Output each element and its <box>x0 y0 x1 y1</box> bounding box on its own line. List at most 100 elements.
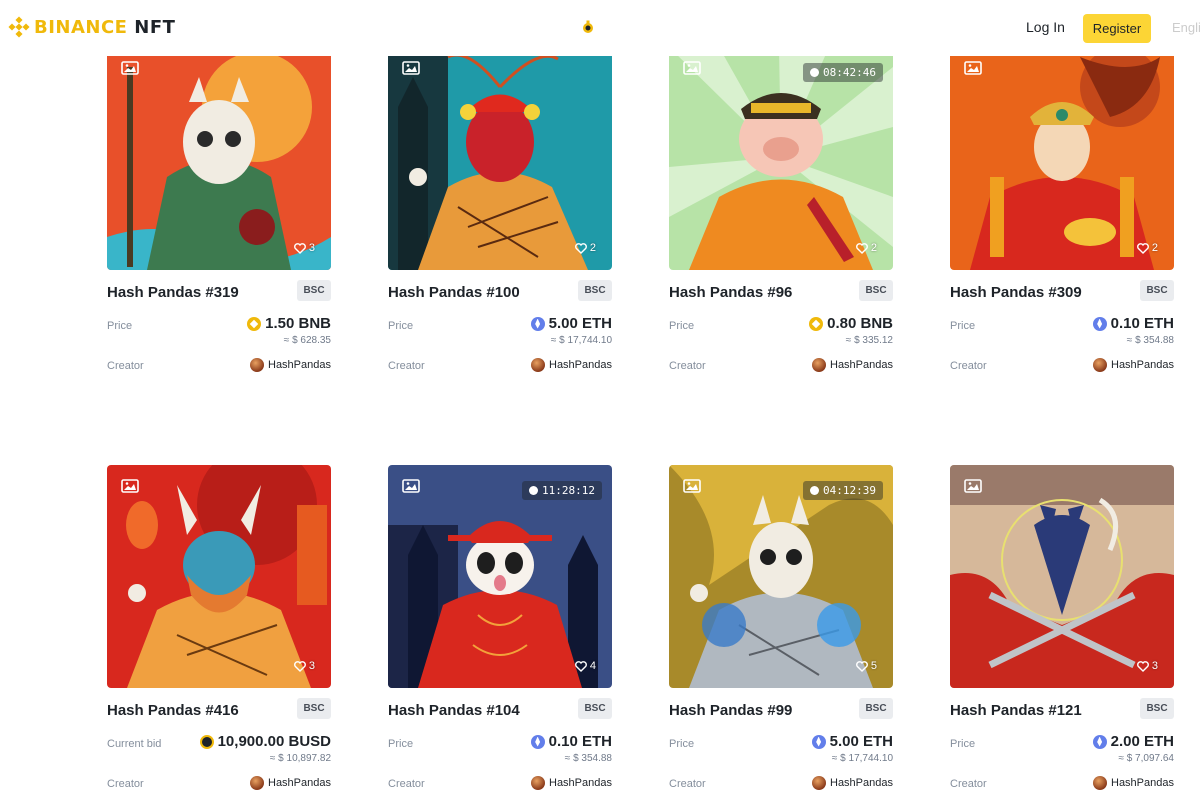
creator-avatar <box>1093 358 1107 372</box>
nft-card[interactable]: 3 Hash Pandas #416 BSC Current bid 10,900.0… <box>107 465 331 795</box>
image-type-icon <box>964 479 982 493</box>
price-value: 0.10 ETH <box>530 733 612 750</box>
nft-card[interactable]: 08:42:46 2 Hash Pandas #96 BSC Price 0.80 BN… <box>669 47 893 377</box>
creator-link[interactable]: HashPandas <box>531 358 612 372</box>
language-selector[interactable]: English <box>1172 20 1200 35</box>
creator-link[interactable]: HashPandas <box>250 776 331 790</box>
nft-title[interactable]: Hash Pandas #99 <box>669 702 792 719</box>
like-button[interactable]: 3 <box>1136 660 1158 672</box>
creator-link[interactable]: HashPandas <box>812 776 893 790</box>
bnb-coin-icon <box>247 316 262 331</box>
like-count: 5 <box>870 660 877 672</box>
nft-artwork[interactable]: 08:42:46 2 <box>669 47 893 270</box>
creator-label: Creator <box>107 360 144 372</box>
nft-card[interactable]: 3 Hash Pandas #121 BSC Price 2.00 ETH ≈ $ 7,… <box>950 465 1174 795</box>
image-type-icon <box>683 479 701 493</box>
like-button[interactable]: 5 <box>855 660 877 672</box>
like-count: 2 <box>589 242 596 254</box>
chain-badge: BSC <box>578 280 612 301</box>
eth-coin-icon <box>1092 316 1107 331</box>
creator-avatar <box>531 358 545 372</box>
nft-card[interactable]: 2 Hash Pandas #309 BSC Price 0.10 ETH ≈ $ 35… <box>950 47 1174 377</box>
creator-name: HashPandas <box>830 777 893 789</box>
heart-icon <box>855 660 868 672</box>
nft-card[interactable]: 3 Hash Pandas #319 BSC Price 1.50 BNB ≈ $ 62… <box>107 47 331 377</box>
like-button[interactable]: 3 <box>293 660 315 672</box>
chain-badge: BSC <box>859 698 893 719</box>
creator-label: Creator <box>669 360 706 372</box>
nft-artwork[interactable]: 11:28:12 4 <box>388 465 612 688</box>
nft-artwork[interactable]: 2 <box>950 47 1174 270</box>
nft-card[interactable]: 04:12:39 5 Hash Pandas #99 BSC Price 5.00 ET… <box>669 465 893 795</box>
price-label: Price <box>669 738 695 750</box>
nft-card[interactable]: 2 Hash Pandas #100 BSC Price 5.00 ETH ≈ $ 17… <box>388 47 612 377</box>
nft-title[interactable]: Hash Pandas #96 <box>669 284 792 301</box>
chain-badge: BSC <box>1140 698 1174 719</box>
price-amount: 5.00 ETH <box>548 315 612 332</box>
price-value: 5.00 ETH <box>811 733 893 750</box>
price-value: 10,900.00 BUSD <box>199 733 331 750</box>
chain-badge: BSC <box>1140 280 1174 301</box>
nft-title[interactable]: Hash Pandas #100 <box>388 284 520 301</box>
price-label: Price <box>950 738 976 750</box>
image-type-icon <box>964 61 982 75</box>
nft-artwork[interactable]: 3 <box>107 47 331 270</box>
creator-name: HashPandas <box>268 777 331 789</box>
creator-link[interactable]: HashPandas <box>250 358 331 372</box>
nft-artwork[interactable]: 2 <box>388 47 612 270</box>
timer-text: 08:42:46 <box>823 66 876 79</box>
price-amount: 2.00 ETH <box>1110 733 1174 750</box>
like-button[interactable]: 4 <box>574 660 596 672</box>
heart-icon <box>574 660 587 672</box>
heart-icon <box>293 242 306 254</box>
creator-link[interactable]: HashPandas <box>812 358 893 372</box>
chain-badge: BSC <box>297 698 331 719</box>
eth-coin-icon <box>811 734 826 749</box>
heart-icon <box>574 242 587 254</box>
heart-icon <box>1136 660 1149 672</box>
like-button[interactable]: 2 <box>574 242 596 254</box>
usd-equivalent: ≈ $ 354.88 <box>1126 335 1174 346</box>
nft-card[interactable]: 11:28:12 4 Hash Pandas #104 BSC Price 0.10 E… <box>388 465 612 795</box>
heart-icon <box>855 242 868 254</box>
nft-artwork[interactable]: 3 <box>950 465 1174 688</box>
nft-title[interactable]: Hash Pandas #121 <box>950 702 1082 719</box>
theme-toggle-icon[interactable] <box>581 20 595 34</box>
nft-artwork[interactable]: 04:12:39 5 <box>669 465 893 688</box>
creator-link[interactable]: HashPandas <box>1093 358 1174 372</box>
like-button[interactable]: 2 <box>1136 242 1158 254</box>
binance-nft-logo[interactable]: BINANCE NFT <box>8 16 175 38</box>
creator-avatar <box>250 776 264 790</box>
nft-title[interactable]: Hash Pandas #416 <box>107 702 239 719</box>
logo-product-text: NFT <box>134 16 176 38</box>
image-type-icon <box>121 479 139 493</box>
price-amount: 0.10 ETH <box>548 733 612 750</box>
register-button[interactable]: Register <box>1083 14 1151 43</box>
nft-artwork[interactable]: 3 <box>107 465 331 688</box>
nft-title[interactable]: Hash Pandas #309 <box>950 284 1082 301</box>
like-count: 3 <box>308 660 315 672</box>
price-label: Price <box>388 320 414 332</box>
like-count: 3 <box>1151 660 1158 672</box>
like-count: 4 <box>589 660 596 672</box>
login-link[interactable]: Log In <box>1026 19 1065 35</box>
auction-timer: 11:28:12 <box>522 481 602 500</box>
creator-name: HashPandas <box>268 359 331 371</box>
like-count: 2 <box>1151 242 1158 254</box>
creator-link[interactable]: HashPandas <box>531 776 612 790</box>
usd-equivalent: ≈ $ 10,897.82 <box>269 753 331 764</box>
creator-avatar <box>812 358 826 372</box>
like-button[interactable]: 2 <box>855 242 877 254</box>
binance-logo-icon <box>8 16 30 38</box>
logo-brand-text: BINANCE <box>34 16 128 38</box>
nft-title[interactable]: Hash Pandas #104 <box>388 702 520 719</box>
price-amount: 1.50 BNB <box>265 315 331 332</box>
like-button[interactable]: 3 <box>293 242 315 254</box>
creator-link[interactable]: HashPandas <box>1093 776 1174 790</box>
nft-title[interactable]: Hash Pandas #319 <box>107 284 239 301</box>
creator-name: HashPandas <box>1111 359 1174 371</box>
auction-timer: 04:12:39 <box>803 481 883 500</box>
creator-name: HashPandas <box>1111 777 1174 789</box>
clock-icon <box>529 486 539 495</box>
usd-equivalent: ≈ $ 17,744.10 <box>550 335 612 346</box>
